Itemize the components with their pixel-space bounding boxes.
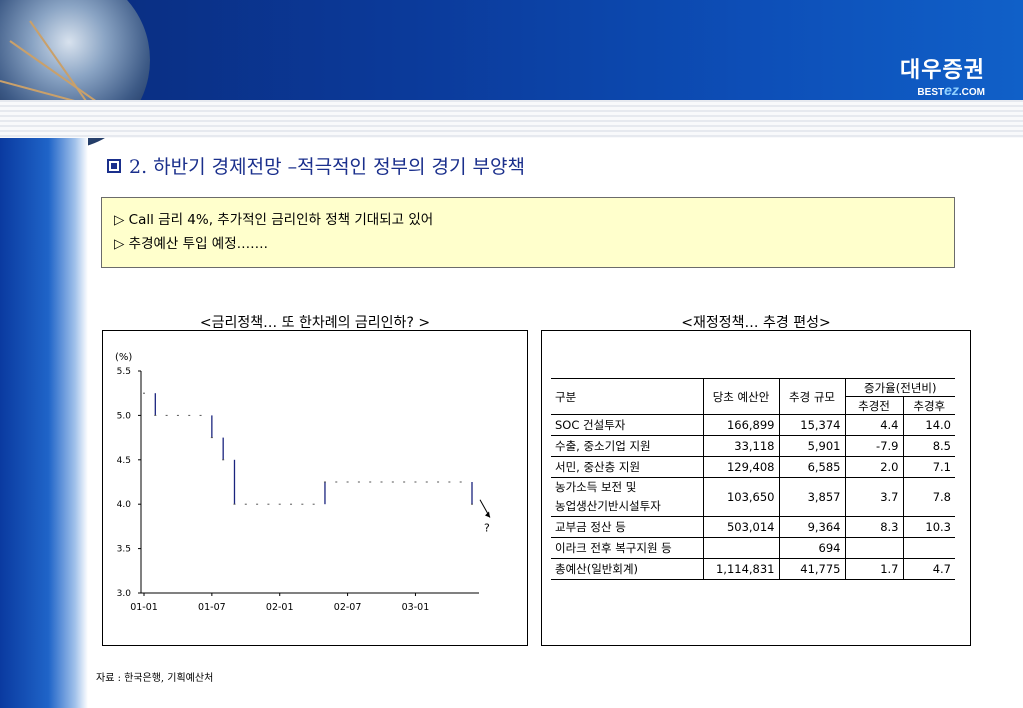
side-bar: [0, 138, 88, 708]
row-before: [845, 537, 904, 559]
bullet-square-icon: [107, 159, 121, 173]
row-supp: 6,585: [779, 456, 846, 478]
header-category: 구분: [551, 378, 704, 415]
left-chart-heading: <금리정책… 또 한차례의 금리인하? >: [199, 315, 431, 331]
row-before: 8.3: [845, 516, 904, 538]
logo-sub-prefix: BEST: [917, 87, 945, 98]
row-label: 총예산(일반회계): [551, 558, 704, 580]
logo-sub-text: BESTez.COM: [900, 82, 985, 98]
slide: 대우증권 BESTez.COM 2. 하반기 경제전망 –적극적인 정부의 경기…: [0, 0, 1023, 708]
row-after: 4.7: [903, 558, 955, 580]
header-after: 추경후: [903, 396, 955, 415]
row-label: 수출, 중소기업 지원: [551, 435, 704, 457]
x-tick-label: 02-07: [334, 602, 362, 613]
y-tick-label: 5.5: [117, 367, 131, 377]
row-after: 14.0: [903, 414, 955, 436]
row-budget: 103,650: [703, 477, 780, 517]
table-row: 총예산(일반회계) 1,114,831 41,775 1.7 4.7: [551, 558, 955, 580]
logo-sub-ez: ez: [944, 82, 959, 98]
summary-line-2: ▷ 추경예산 투입 예정…….: [114, 236, 268, 252]
header-growth: 증가율(전년비): [845, 378, 955, 397]
row-supp: 15,374: [779, 414, 846, 436]
row-after: 8.5: [903, 435, 955, 457]
row-after: 7.8: [903, 477, 955, 517]
row-budget: 129,408: [703, 456, 780, 478]
header-stripes: [0, 100, 1023, 138]
forecast-question-mark: ?: [484, 522, 490, 535]
row-budget: 166,899: [703, 414, 780, 436]
row-before: 1.7: [845, 558, 904, 580]
header-supplementary: 추경 규모: [779, 378, 846, 415]
table-row: 이라크 전후 복구지원 등 694: [551, 537, 955, 559]
logo-sub-suffix: .COM: [958, 87, 985, 98]
y-tick-label: 4.5: [117, 456, 131, 466]
budget-table-body: SOC 건설투자 166,899 15,374 4.4 14.0 수출, 중소기…: [551, 414, 955, 580]
row-supp: 5,901: [779, 435, 846, 457]
table-row: 수출, 중소기업 지원 33,118 5,901 -7.9 8.5: [551, 435, 955, 457]
y-tick-label: 4.0: [117, 500, 132, 510]
row-label: 농가소득 보전 및농업생산기반시설투자: [551, 477, 704, 517]
budget-table: 구분 당초 예산안 추경 규모 증가율(전년비) 추경전 추경후 SOC 건설투…: [551, 378, 955, 580]
summary-box: ▷ Call 금리 4%, 추가적인 금리인하 정책 기대되고 있어 ▷ 추경예…: [101, 197, 955, 268]
y-tick-label: 3.5: [117, 545, 131, 555]
table-row: 교부금 정산 등 503,014 9,364 8.3 10.3: [551, 516, 955, 538]
y-tick-label: 3.0: [117, 589, 132, 599]
row-before: 2.0: [845, 456, 904, 478]
section-title-text: 2. 하반기 경제전망 –적극적인 정부의 경기 부양책: [129, 156, 525, 178]
row-label: 서민, 중산층 지원: [551, 456, 704, 478]
row-after: [903, 537, 955, 559]
x-tick-label: 01-01: [130, 602, 158, 613]
row-label-line2: 농업생산기반시설투자: [555, 499, 661, 513]
row-label-line1: 농가소득 보전 및: [555, 480, 637, 494]
y-axis-label: (%): [115, 352, 132, 363]
table-row: SOC 건설투자 166,899 15,374 4.4 14.0: [551, 414, 955, 436]
row-supp: 3,857: [779, 477, 846, 517]
table-row: 농가소득 보전 및농업생산기반시설투자 103,650 3,857 3.7 7.…: [551, 477, 955, 517]
rate-chart: (%) 5.5 5.0 4.5 4.0 3.5 3.0 01-01 01-07 02-01 02-0…: [115, 352, 491, 613]
right-panel-heading: <재정정책… 추경 편성>: [681, 315, 831, 331]
header-before: 추경전: [845, 396, 904, 415]
rate-chart-panel: (%) 5.5 5.0 4.5 4.0 3.5 3.0 01-01 01-07 02-01 02-0…: [102, 330, 528, 646]
row-budget: 503,014: [703, 516, 780, 538]
x-tick-label: 01-07: [198, 602, 226, 613]
x-tick-label: 03-01: [402, 602, 430, 613]
header-band: 대우증권 BESTez.COM: [0, 0, 1023, 150]
section-title: 2. 하반기 경제전망 –적극적인 정부의 경기 부양책: [107, 152, 525, 179]
row-label: SOC 건설투자: [551, 414, 704, 436]
row-supp: 694: [779, 537, 846, 559]
y-tick-label: 5.0: [117, 411, 132, 421]
row-budget: 1,114,831: [703, 558, 780, 580]
row-supp: 41,775: [779, 558, 846, 580]
header-budget: 당초 예산안: [703, 378, 780, 415]
row-after: 7.1: [903, 456, 955, 478]
row-before: -7.9: [845, 435, 904, 457]
row-budget: [703, 537, 780, 559]
row-after: 10.3: [903, 516, 955, 538]
summary-line-1: ▷ Call 금리 4%, 추가적인 금리인하 정책 기대되고 있어: [114, 212, 434, 228]
row-before: 4.4: [845, 414, 904, 436]
logo-main-text: 대우증권: [900, 58, 985, 83]
company-logo: 대우증권 BESTez.COM: [900, 52, 985, 98]
source-note: 자료 : 한국은행, 기획예산처: [96, 673, 214, 684]
row-label: 교부금 정산 등: [551, 516, 704, 538]
table-row: 서민, 중산층 지원 129,408 6,585 2.0 7.1: [551, 456, 955, 478]
row-before: 3.7: [845, 477, 904, 517]
row-budget: 33,118: [703, 435, 780, 457]
row-supp: 9,364: [779, 516, 846, 538]
row-label: 이라크 전후 복구지원 등: [551, 537, 704, 559]
x-tick-label: 02-01: [266, 602, 294, 613]
